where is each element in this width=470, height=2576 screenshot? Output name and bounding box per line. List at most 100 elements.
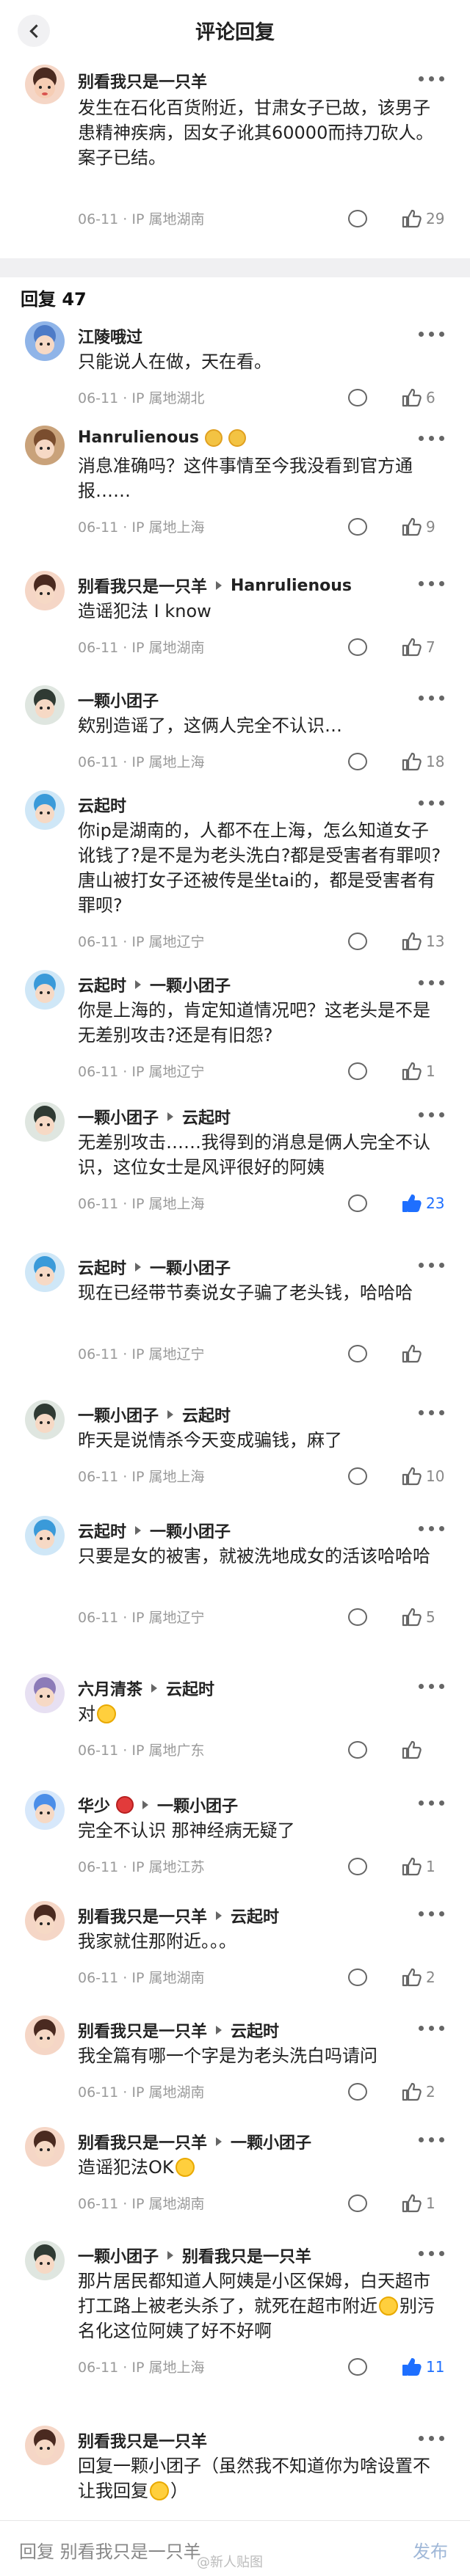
avatar[interactable] xyxy=(25,1102,65,1142)
like-icon[interactable] xyxy=(401,931,422,952)
more-options-icon[interactable] xyxy=(419,76,445,82)
reply-target[interactable]: 一颗小团子 xyxy=(150,1519,231,1542)
like-icon[interactable] xyxy=(401,387,422,408)
more-options-icon[interactable] xyxy=(419,332,445,337)
reply-author[interactable]: 云起时 xyxy=(78,793,126,817)
reply-target[interactable]: 一颗小团子 xyxy=(231,2130,311,2153)
avatar[interactable] xyxy=(25,2241,65,2280)
reply-icon[interactable] xyxy=(348,2358,367,2376)
avatar[interactable] xyxy=(25,1790,65,1830)
reply-author[interactable]: 一颗小团子 xyxy=(78,688,159,712)
reply-icon[interactable] xyxy=(348,1741,367,1759)
more-options-icon[interactable] xyxy=(419,2137,445,2143)
reply-icon[interactable] xyxy=(348,1969,367,1986)
like-icon[interactable] xyxy=(401,637,422,657)
reply-target[interactable]: Hanrulienous xyxy=(231,577,352,595)
avatar[interactable] xyxy=(25,790,65,830)
reply-icon[interactable] xyxy=(348,2083,367,2101)
reply-input[interactable]: 回复 别看我只是一只羊 xyxy=(19,2537,201,2563)
avatar[interactable] xyxy=(25,321,65,361)
reply-author[interactable]: 别看我只是一只羊 xyxy=(78,574,207,597)
avatar[interactable] xyxy=(25,685,65,725)
more-options-icon[interactable] xyxy=(419,696,445,701)
avatar[interactable] xyxy=(25,1516,65,1555)
like-icon[interactable] xyxy=(401,2081,422,2102)
reply-author[interactable]: 别看我只是一只羊 xyxy=(78,2429,207,2452)
avatar[interactable] xyxy=(25,1400,65,1440)
more-options-icon[interactable] xyxy=(419,581,445,587)
reply-icon[interactable] xyxy=(348,389,367,406)
reply-author[interactable]: 华少 xyxy=(78,1793,110,1817)
reply-target[interactable]: 云起时 xyxy=(231,2018,279,2042)
more-options-icon[interactable] xyxy=(419,1800,445,1806)
reply-author[interactable]: 云起时 xyxy=(78,973,126,996)
reply-icon[interactable] xyxy=(348,1062,367,1080)
reply-author[interactable]: 云起时 xyxy=(78,1519,126,1542)
reply-target[interactable]: 一颗小团子 xyxy=(150,973,231,996)
more-options-icon[interactable] xyxy=(419,980,445,986)
avatar[interactable] xyxy=(25,1901,65,1941)
reply-icon[interactable] xyxy=(348,1467,367,1485)
avatar[interactable] xyxy=(25,1674,65,1713)
more-options-icon[interactable] xyxy=(419,1263,445,1269)
more-options-icon[interactable] xyxy=(419,2026,445,2032)
reply-target[interactable]: 一颗小团子 xyxy=(157,1793,238,1817)
reply-target[interactable]: 云起时 xyxy=(231,1904,279,1927)
reply-icon[interactable] xyxy=(348,933,367,950)
reply-author[interactable]: 一颗小团子 xyxy=(78,2244,159,2267)
reply-target[interactable]: 别看我只是一只羊 xyxy=(182,2244,311,2267)
like-icon[interactable] xyxy=(401,1343,422,1364)
avatar[interactable] xyxy=(25,2127,65,2167)
like-icon[interactable] xyxy=(401,1856,422,1877)
reply-icon[interactable] xyxy=(348,1608,367,1626)
like-icon[interactable] xyxy=(401,1740,422,1760)
more-options-icon[interactable] xyxy=(419,1911,445,1917)
more-options-icon[interactable] xyxy=(419,2436,445,2442)
avatar[interactable] xyxy=(25,65,65,104)
reply-icon[interactable] xyxy=(348,210,367,227)
more-options-icon[interactable] xyxy=(419,2251,445,2257)
avatar[interactable] xyxy=(25,2426,65,2465)
reply-icon[interactable] xyxy=(348,1858,367,1875)
more-options-icon[interactable] xyxy=(419,1684,445,1690)
avatar[interactable] xyxy=(25,426,65,465)
reply-target[interactable]: 一颗小团子 xyxy=(150,1255,231,1279)
reply-author[interactable]: 别看我只是一只羊 xyxy=(78,2130,207,2153)
avatar[interactable] xyxy=(25,1252,65,1292)
reply-author[interactable]: 六月清茶 xyxy=(78,1676,142,1700)
avatar[interactable] xyxy=(25,2015,65,2055)
like-icon[interactable] xyxy=(401,517,422,537)
like-icon[interactable] xyxy=(401,1967,422,1988)
more-options-icon[interactable] xyxy=(419,1526,445,1532)
reply-icon[interactable] xyxy=(348,518,367,536)
like-icon[interactable] xyxy=(401,1193,422,1214)
more-options-icon[interactable] xyxy=(419,436,445,442)
like-icon[interactable] xyxy=(401,1061,422,1081)
more-options-icon[interactable] xyxy=(419,1410,445,1416)
reply-icon[interactable] xyxy=(348,2194,367,2212)
like-icon[interactable] xyxy=(401,1607,422,1627)
more-options-icon[interactable] xyxy=(419,800,445,806)
reply-icon[interactable] xyxy=(348,1194,367,1212)
send-button[interactable]: 发布 xyxy=(413,2537,448,2563)
reply-target[interactable]: 云起时 xyxy=(166,1676,214,1700)
reply-target[interactable]: 云起时 xyxy=(182,1403,231,1426)
avatar[interactable] xyxy=(25,970,65,1010)
like-icon[interactable] xyxy=(401,2357,422,2377)
reply-icon[interactable] xyxy=(348,1345,367,1362)
avatar[interactable] xyxy=(25,571,65,610)
reply-icon[interactable] xyxy=(348,753,367,770)
like-icon[interactable] xyxy=(401,751,422,772)
reply-author[interactable]: 别看我只是一只羊 xyxy=(78,1904,207,1927)
comment-author[interactable]: 别看我只是一只羊 xyxy=(78,69,207,92)
reply-icon[interactable] xyxy=(348,638,367,656)
like-icon[interactable] xyxy=(401,1466,422,1486)
reply-author[interactable]: 别看我只是一只羊 xyxy=(78,2018,207,2042)
reply-author[interactable]: Hanrulienous xyxy=(78,428,199,447)
reply-author[interactable]: 一颗小团子 xyxy=(78,1403,159,1426)
like-icon[interactable] xyxy=(401,208,422,229)
reply-author[interactable]: 江陵哦过 xyxy=(78,324,142,348)
reply-author[interactable]: 云起时 xyxy=(78,1255,126,1279)
like-icon[interactable] xyxy=(401,2193,422,2214)
more-options-icon[interactable] xyxy=(419,1112,445,1118)
